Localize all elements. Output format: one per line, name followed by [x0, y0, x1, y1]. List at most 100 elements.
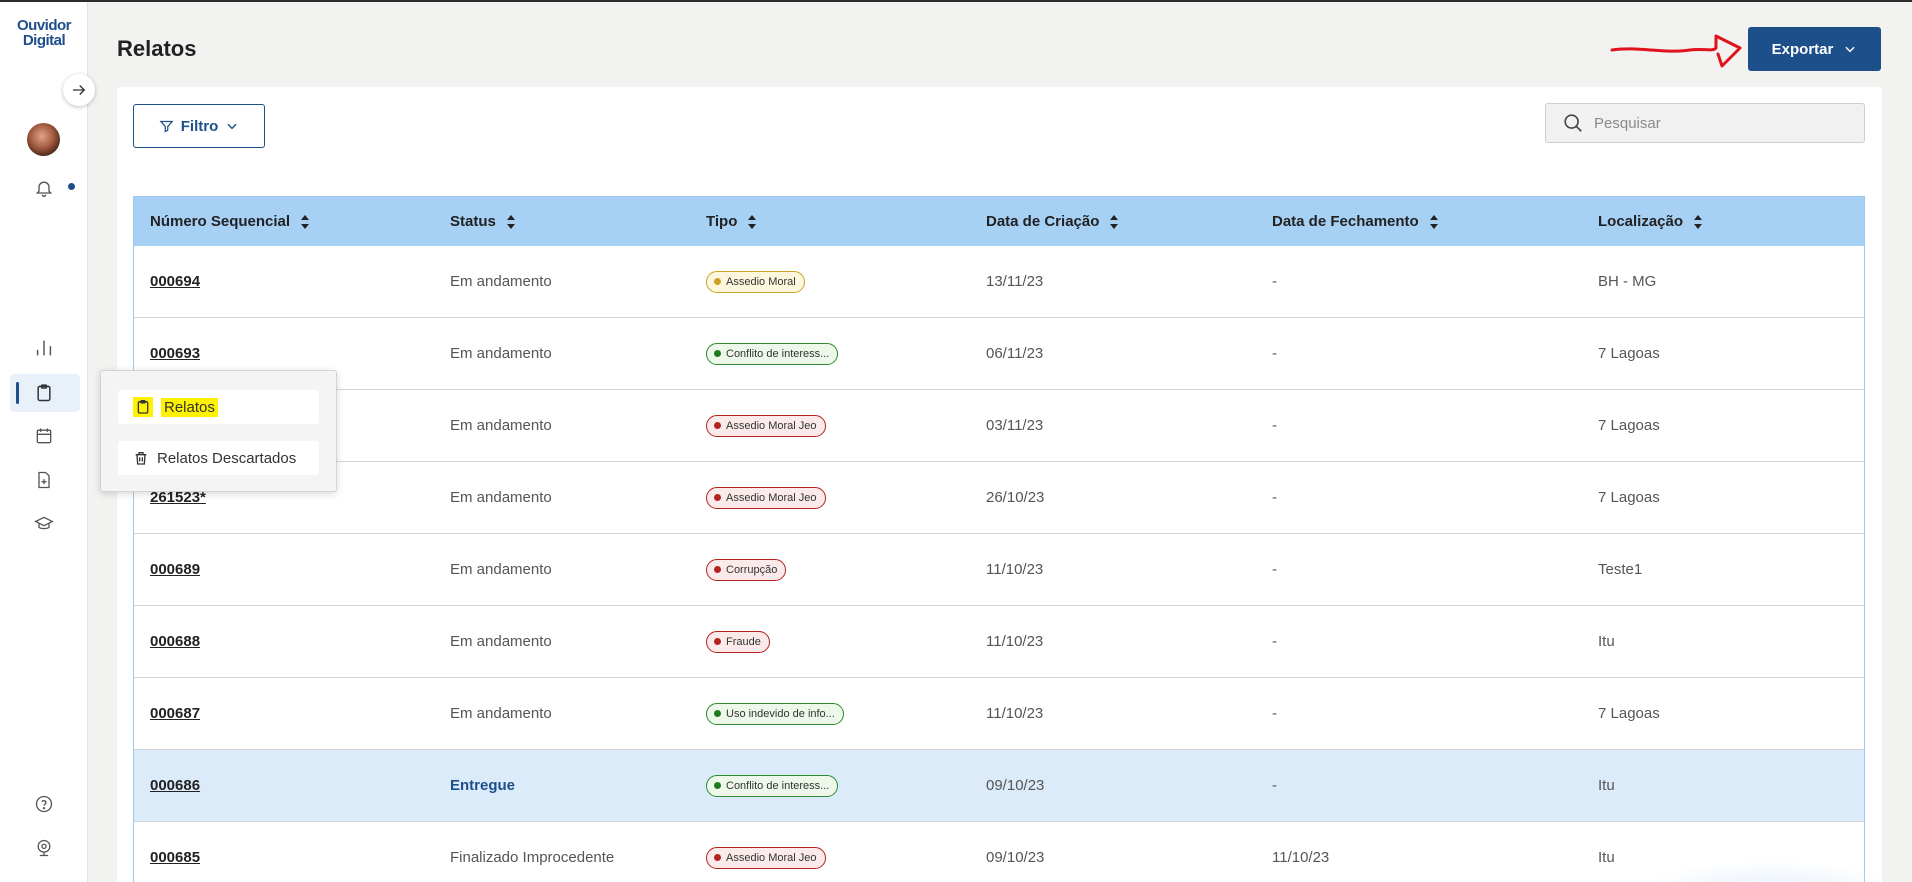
filter-button[interactable]: Filtro [133, 104, 265, 148]
cell-numero: 000685 [134, 849, 450, 866]
cell-tipo: Assedio Moral Jeo [706, 846, 986, 869]
cell-tipo: Corrupção [706, 558, 986, 581]
cell-tipo: Assedio Moral Jeo [706, 486, 986, 509]
filter-label: Filtro [180, 117, 219, 135]
table-row[interactable]: 000693 Em andamento Conflito de interess..… [134, 318, 1864, 390]
table-row[interactable]: 000687 Em andamento Uso indevido de info..… [134, 678, 1864, 750]
chevron-down-icon [1845, 46, 1855, 53]
clipboard-icon [133, 397, 153, 417]
cell-numero: 000689 [134, 561, 450, 578]
tag-dot [714, 350, 721, 357]
date-text: 11/10/23 [986, 561, 1044, 578]
cell-data-criacao: 09/10/23 [986, 777, 1272, 794]
col-header-data-fechamento[interactable]: Data de Fechamento [1272, 213, 1598, 230]
help-circle-icon[interactable] [30, 790, 58, 818]
relato-link[interactable]: 000689 [150, 561, 200, 578]
table-row[interactable]: 000688 Em andamento Fraude 11/10/23 - Itu [134, 606, 1864, 678]
relato-link[interactable]: 000687 [150, 705, 200, 722]
cell-data-criacao: 03/11/23 [986, 417, 1272, 434]
decorative-glow [1640, 860, 1900, 882]
relato-link[interactable]: 000688 [150, 633, 200, 650]
cell-data-criacao: 06/11/23 [986, 345, 1272, 362]
cell-localizacao: 7 Lagoas [1598, 489, 1858, 506]
table-row[interactable]: 000689 Em andamento Corrupção 11/10/23 - Test… [134, 534, 1864, 606]
cell-data-fechamento: 11/10/23 [1272, 849, 1598, 866]
app-logo[interactable]: Ouvidor Digital [14, 18, 74, 48]
cell-localizacao: 7 Lagoas [1598, 417, 1858, 434]
webcam-icon[interactable] [30, 834, 58, 862]
table-row[interactable]: 000694 Em andamento Assedio Moral 13/11/23 -… [134, 246, 1864, 318]
relato-link[interactable]: 000686 [150, 777, 200, 794]
cell-numero: 000687 [134, 705, 450, 722]
col-header-numero[interactable]: Número Sequencial [134, 213, 450, 230]
logo-line-2: Digital [22, 32, 66, 49]
sort-icon[interactable] [300, 214, 310, 230]
date-text: 03/11/23 [986, 417, 1044, 434]
export-label: Exportar [1771, 40, 1834, 58]
expand-sidebar-button[interactable] [63, 74, 95, 106]
table-header: Número Sequencial Status Tipo Data de Cr… [134, 197, 1864, 246]
tag-dot [714, 566, 721, 573]
col-header-tipo[interactable]: Tipo [706, 213, 986, 230]
relato-link[interactable]: 000685 [150, 849, 200, 866]
tipo-tag: Assedio Moral Jeo [706, 486, 826, 509]
table-row[interactable]: 000692Em andamentoAssedio Moral Jeo03/11… [134, 390, 1864, 462]
date-text: 11/10/23 [1272, 849, 1330, 866]
arrow-right-icon [73, 85, 86, 95]
tag-dot [714, 494, 721, 501]
col-header-localizacao[interactable]: Localização [1598, 213, 1858, 230]
tag-label: Conflito de interess... [726, 779, 830, 792]
cell-data-fechamento: - [1272, 417, 1598, 434]
col-header-status[interactable]: Status [450, 213, 706, 230]
export-button[interactable]: Exportar [1748, 27, 1881, 71]
cell-status: Em andamento [450, 489, 706, 506]
sidebar: Ouvidor Digital [0, 2, 88, 882]
sort-icon[interactable] [1693, 214, 1703, 230]
clipboard-icon[interactable] [30, 379, 58, 407]
tag-dot [714, 854, 721, 861]
relato-link[interactable]: 000694 [150, 273, 200, 290]
submenu-item-label: Relatos [161, 397, 218, 417]
date-text: - [1272, 777, 1277, 794]
submenu-item-relatos[interactable]: Relatos [118, 390, 319, 424]
relato-link[interactable]: 000693 [150, 345, 200, 362]
status-text: Em andamento [450, 489, 552, 506]
cell-status: Em andamento [450, 633, 706, 650]
tag-dot [714, 710, 721, 717]
location-text: 7 Lagoas [1598, 345, 1660, 362]
cell-tipo: Uso indevido de info... [706, 702, 986, 725]
date-text: 09/10/23 [986, 777, 1045, 794]
avatar[interactable] [27, 123, 60, 156]
cell-numero: 000688 [134, 633, 450, 650]
file-plus-icon[interactable] [30, 466, 58, 494]
submenu-item-relatos-descartados[interactable]: Relatos Descartados [118, 441, 319, 475]
tag-dot [714, 422, 721, 429]
search-icon [1564, 114, 1582, 132]
location-text: Teste1 [1598, 561, 1643, 578]
notification-dot [68, 183, 75, 190]
tag-dot [714, 782, 721, 789]
sort-icon[interactable] [506, 214, 516, 230]
bar-chart-icon[interactable] [30, 334, 58, 362]
sort-icon[interactable] [747, 214, 757, 230]
table-row[interactable]: 000685 Finalizado Improcedente Assedio Mor… [134, 822, 1864, 882]
cell-data-fechamento: - [1272, 561, 1598, 578]
search-box[interactable] [1545, 103, 1865, 143]
sort-icon[interactable] [1429, 214, 1439, 230]
logo-line-1: Ouvidor [16, 17, 72, 34]
cell-data-criacao: 13/11/23 [986, 273, 1272, 290]
graduation-cap-icon[interactable] [30, 510, 58, 538]
cell-data-criacao: 11/10/23 [986, 633, 1272, 650]
table-row[interactable]: 000686 Entregue Conflito de interess... 09/… [134, 750, 1864, 822]
sort-icon[interactable] [1109, 214, 1119, 230]
bell-icon[interactable] [30, 174, 58, 202]
tipo-tag: Assedio Moral Jeo [706, 846, 826, 869]
chevron-down-icon [227, 123, 237, 130]
tipo-tag: Conflito de interess... [706, 774, 839, 797]
tag-label: Assedio Moral Jeo [726, 419, 817, 432]
status-text: Em andamento [450, 273, 552, 290]
table-row[interactable]: 261523* Em andamento Assedio Moral Jeo 26/1… [134, 462, 1864, 534]
calendar-icon[interactable] [30, 422, 58, 450]
search-input[interactable] [1594, 114, 1844, 132]
col-header-data-criacao[interactable]: Data de Criação [986, 213, 1272, 230]
